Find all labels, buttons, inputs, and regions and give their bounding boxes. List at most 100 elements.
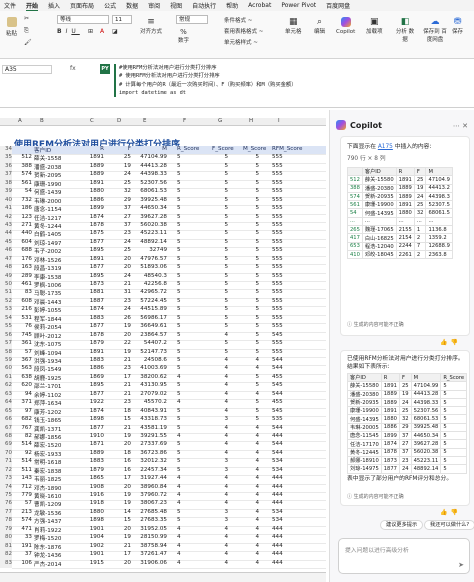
cell[interactable]: 534	[272, 509, 283, 515]
cell[interactable]: 李康-1538	[34, 273, 61, 281]
cell[interactable]: 5	[243, 306, 259, 312]
cell[interactable]: 48892.14	[137, 239, 167, 245]
cell[interactable]: 25	[111, 154, 131, 160]
column-header[interactable]: A	[18, 118, 22, 124]
cell[interactable]: 36723.86	[137, 450, 167, 456]
cell[interactable]: 5	[212, 273, 228, 279]
cell[interactable]: 44650.34	[137, 205, 167, 211]
cell[interactable]: 24508.6	[137, 357, 167, 363]
cell[interactable]: 39291.55	[137, 433, 167, 439]
cell[interactable]: 3	[212, 509, 228, 515]
cell[interactable]: 段凤-1549	[34, 365, 61, 373]
table-row[interactable]: 33 罗梅-1520 1904 19 28150.99 4 4 4 444	[12, 534, 326, 542]
cell[interactable]: 顾叶-2012	[34, 332, 61, 340]
row-number[interactable]: 50	[0, 281, 12, 290]
cell[interactable]: 5	[243, 197, 259, 203]
cell[interactable]: 1889	[84, 163, 104, 169]
cell[interactable]: 1877	[84, 264, 104, 270]
cell[interactable]: 555	[272, 197, 283, 203]
table-row[interactable]: 143 韦丽-1825 1865 17 31927.44 4 4 4 444	[12, 475, 326, 483]
cell[interactable]: 5	[243, 408, 259, 414]
cell[interactable]: 544	[272, 365, 283, 371]
cell[interactable]: 531	[12, 315, 32, 321]
cell[interactable]: 544	[272, 441, 283, 447]
cell[interactable]: 韦琳-2000	[34, 197, 61, 205]
row-number[interactable]: 75	[0, 492, 12, 501]
cell[interactable]: 19	[111, 492, 131, 498]
cell[interactable]: 1871	[84, 441, 104, 447]
cell[interactable]: 54407.2	[137, 340, 167, 346]
row-number[interactable]: 58	[0, 348, 12, 357]
cell[interactable]: 5	[212, 171, 228, 177]
cell[interactable]: 94	[12, 391, 32, 397]
row-number[interactable]: 46	[0, 247, 12, 256]
row-number[interactable]: 49	[0, 272, 12, 282]
column-header[interactable]: I	[278, 118, 280, 124]
cell[interactable]: 曹凯-1209	[34, 500, 61, 508]
cell[interactable]: 5	[212, 205, 228, 211]
table-row[interactable]: 37 钟龙-1436 1901 17 37261.47 4 4 4 444	[12, 551, 326, 559]
cell[interactable]: 43130.95	[137, 382, 167, 388]
cell[interactable]: 92	[12, 450, 32, 456]
cell[interactable]: 56986.17	[137, 315, 167, 321]
cell[interactable]: 常明-1618	[34, 458, 61, 466]
cell[interactable]: 唐念-1154	[34, 205, 61, 213]
cell[interactable]: 5	[243, 222, 259, 228]
cell[interactable]: 4	[212, 492, 228, 498]
column-header[interactable]: G	[218, 118, 222, 124]
cell[interactable]: 14	[111, 509, 131, 515]
cell[interactable]: 4	[177, 500, 181, 506]
cell[interactable]: 4	[243, 391, 259, 397]
cell[interactable]: 5	[177, 509, 181, 515]
cell[interactable]: 4	[243, 365, 259, 371]
cell[interactable]: 5	[212, 239, 228, 245]
cell[interactable]: 28150.99	[137, 534, 167, 540]
menu-item[interactable]: 插入	[48, 1, 60, 10]
cell[interactable]: 5	[177, 306, 181, 312]
row-number[interactable]: 59	[0, 357, 12, 366]
cell[interactable]: 1898	[84, 416, 104, 422]
cell[interactable]: 20	[111, 526, 131, 532]
cell[interactable]: 5	[177, 391, 181, 397]
table-row[interactable]: 440 白鹤-1405 1875 23 45223.11 5 5 5 555	[12, 230, 326, 238]
cell[interactable]: 5	[177, 382, 181, 388]
cell[interactable]: 4	[243, 425, 259, 431]
row-number[interactable]: 66	[0, 416, 12, 425]
cell[interactable]: 555	[272, 171, 283, 177]
cell[interactable]: 23	[111, 298, 131, 304]
cell[interactable]: 33	[12, 534, 32, 540]
cell[interactable]: 1891	[84, 349, 104, 355]
row-number[interactable]: 34	[0, 146, 12, 155]
cell[interactable]: 5	[177, 458, 181, 464]
menu-item[interactable]: 审阅	[148, 1, 160, 10]
row-number[interactable]: 80	[0, 534, 12, 543]
row-number[interactable]: 65	[0, 407, 12, 417]
cell[interactable]: 5	[177, 205, 181, 211]
table-row[interactable]: 361 沈东-1075 1879 22 54407.2 5 5 5 555	[12, 340, 326, 348]
cell[interactable]: 5	[243, 230, 259, 236]
cell[interactable]: 682	[12, 416, 32, 422]
cell[interactable]: 5	[212, 154, 228, 160]
cell[interactable]: 5	[243, 281, 259, 287]
cell[interactable]: 5	[243, 349, 259, 355]
cell[interactable]: 1877	[84, 239, 104, 245]
cell[interactable]: 31	[111, 289, 131, 295]
cell[interactable]: 555	[272, 180, 283, 186]
cell[interactable]: 23	[111, 365, 131, 371]
table-row[interactable]: 106 严杰-2014 1915 20 31906.06 4 4 4 444	[12, 560, 326, 568]
cell[interactable]: 17	[111, 475, 131, 481]
cell[interactable]: 555	[272, 239, 283, 245]
suggest-more-button[interactable]: 建议更多提示	[380, 520, 424, 530]
cell[interactable]: 29	[111, 197, 131, 203]
cell[interactable]: 440	[12, 230, 32, 236]
cell[interactable]: 康珊-1990	[34, 180, 61, 188]
cell[interactable]: 5	[243, 188, 259, 194]
table-row[interactable]: 779 黄晓-1610 1916 19 37960.72 4 4 4 444	[12, 492, 326, 500]
table-row[interactable]: 176 邓林-1526 1891 20 47976.57 5 5 5 555	[12, 256, 326, 264]
row-number[interactable]: 56	[0, 331, 12, 341]
cell[interactable]: 24	[111, 239, 131, 245]
table-format-button[interactable]: 套用表格格式 ~	[224, 27, 263, 35]
cell[interactable]: 461	[12, 281, 32, 287]
table-row[interactable]: 388 潘盛-2038 1889 19 44413.28 5 5 5 555	[12, 163, 326, 171]
table-row[interactable]: 76 侯莉-2054 1877 19 36649.61 5 5 5 555	[12, 323, 326, 331]
